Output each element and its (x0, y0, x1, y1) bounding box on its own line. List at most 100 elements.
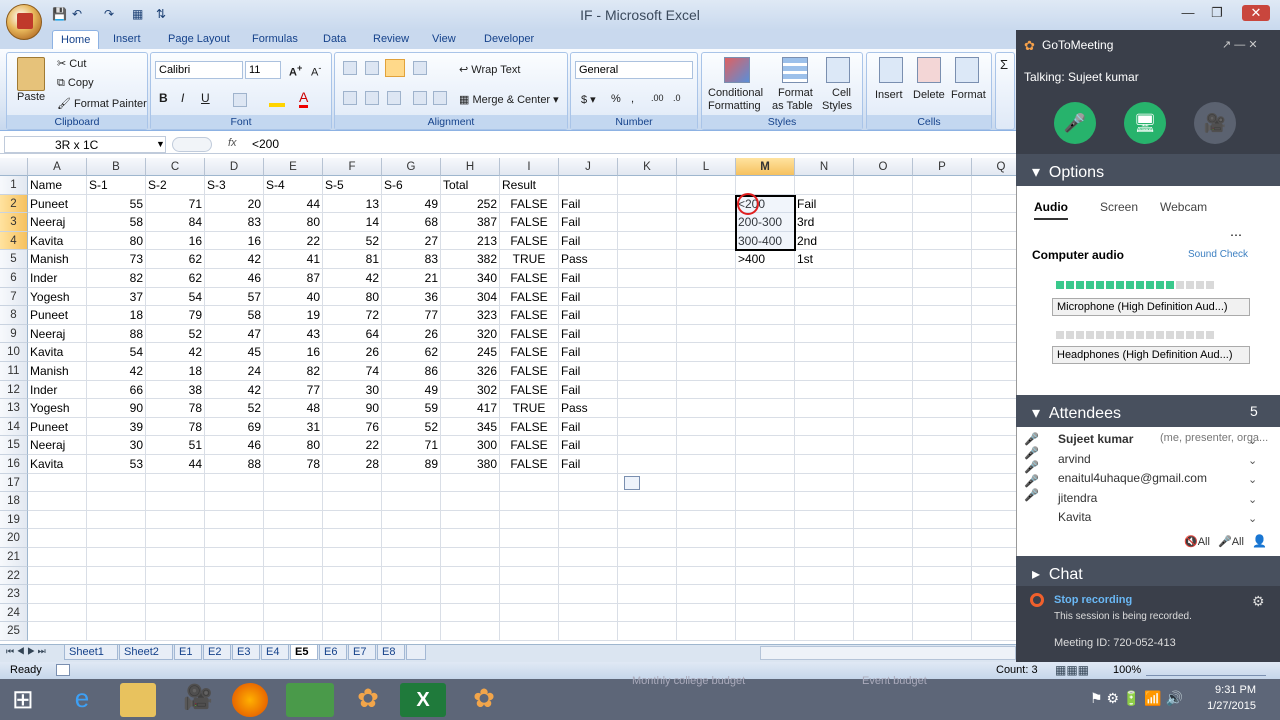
cell[interactable] (559, 566, 618, 586)
paste-button[interactable]: Paste (17, 91, 45, 103)
cell[interactable] (736, 548, 795, 567)
cell[interactable] (854, 194, 913, 214)
cell[interactable] (677, 306, 736, 325)
cell[interactable] (677, 548, 736, 567)
row-header[interactable]: 15 (0, 436, 28, 455)
align-right-icon[interactable] (387, 91, 401, 105)
cell[interactable] (854, 492, 913, 511)
cell[interactable]: 26 (382, 324, 441, 344)
cell[interactable] (28, 585, 87, 604)
cell[interactable] (382, 529, 441, 548)
cell[interactable]: TRUE (500, 250, 559, 269)
row-header[interactable]: 4 (0, 231, 28, 251)
cell[interactable] (146, 492, 205, 511)
cell-styles-button[interactable]: Cell (832, 87, 851, 99)
cell[interactable] (323, 566, 382, 586)
cell[interactable]: Fail (795, 194, 854, 214)
cell[interactable] (264, 492, 323, 511)
worksheet-grid[interactable]: A B C D E F G H I J K L M N O P Q 1 Name S-1 S-2 S-3 S-4 S-5 S-6… (0, 158, 1016, 643)
cell[interactable] (736, 455, 795, 474)
cell[interactable] (146, 473, 205, 493)
cell[interactable] (736, 622, 795, 641)
name-box-dropdown-icon[interactable]: ▼ (156, 139, 165, 149)
cell[interactable] (677, 231, 736, 251)
cell[interactable] (87, 622, 146, 641)
bold-icon[interactable]: B (159, 91, 168, 105)
cell[interactable] (618, 622, 677, 641)
cell[interactable]: Fail (559, 362, 618, 381)
cell[interactable]: Inder (28, 269, 87, 288)
cell[interactable] (972, 269, 1016, 288)
cell[interactable]: 83 (205, 213, 264, 232)
cell[interactable] (913, 380, 972, 400)
cell[interactable] (677, 399, 736, 418)
cell[interactable] (795, 176, 854, 195)
cell[interactable]: 1st (795, 250, 854, 269)
cell[interactable]: S-3 (205, 176, 264, 195)
cell[interactable]: Fail (559, 324, 618, 344)
cell[interactable] (795, 529, 854, 548)
cell[interactable]: Puneet (28, 306, 87, 325)
cell[interactable]: 30 (323, 380, 382, 400)
cell[interactable] (264, 548, 323, 567)
cell[interactable] (500, 548, 559, 567)
cell[interactable] (618, 306, 677, 325)
cell[interactable] (618, 566, 677, 586)
copy-button[interactable]: Copy (68, 77, 94, 89)
insert-sheet-icon[interactable] (406, 645, 426, 660)
invite-icon[interactable]: 👤 (1252, 534, 1267, 548)
cell[interactable]: Fail (559, 306, 618, 325)
cell[interactable] (913, 176, 972, 195)
cell[interactable]: 78 (264, 455, 323, 474)
cell[interactable] (736, 529, 795, 548)
cell[interactable]: 245 (441, 343, 500, 362)
row-header[interactable]: 10 (0, 343, 28, 362)
formula-input[interactable]: <200 (252, 137, 279, 151)
wrap-text-button[interactable]: Wrap Text (471, 64, 520, 76)
row-header[interactable]: 12 (0, 380, 28, 400)
delete-button[interactable]: Delete (913, 89, 945, 101)
cell[interactable]: Pass (559, 250, 618, 269)
cell[interactable]: Inder (28, 380, 87, 400)
delete-cells-icon[interactable] (917, 57, 941, 83)
cell[interactable]: Fail (559, 380, 618, 400)
cell[interactable]: 46 (205, 436, 264, 455)
windows-start-icon[interactable]: ⊞ (12, 684, 34, 715)
cell[interactable]: 83 (382, 250, 441, 269)
cell[interactable] (618, 362, 677, 381)
cell[interactable]: 74 (323, 362, 382, 381)
orientation-icon[interactable] (413, 61, 427, 75)
cell[interactable] (736, 566, 795, 586)
cell[interactable]: 80 (264, 213, 323, 232)
row-header[interactable]: 11 (0, 362, 28, 381)
row-header[interactable]: 24 (0, 603, 28, 623)
cell[interactable]: FALSE (500, 362, 559, 381)
cell[interactable] (795, 287, 854, 307)
cell[interactable] (854, 436, 913, 455)
cell[interactable] (736, 510, 795, 530)
cell[interactable] (87, 603, 146, 623)
sheet-tab[interactable]: Sheet1 (64, 645, 118, 660)
cell[interactable] (854, 510, 913, 530)
cell[interactable]: Manish (28, 362, 87, 381)
cell[interactable] (28, 566, 87, 586)
cell[interactable]: 387 (441, 213, 500, 232)
view-buttons-icon[interactable]: ▦▦▦ (1055, 663, 1089, 677)
cell[interactable]: 14 (323, 213, 382, 232)
cell[interactable]: FALSE (500, 417, 559, 437)
cell[interactable] (854, 343, 913, 362)
cell[interactable] (441, 585, 500, 604)
cell[interactable]: 76 (323, 417, 382, 437)
percent-icon[interactable]: % (611, 93, 621, 105)
cell[interactable]: 84 (146, 213, 205, 232)
row-header[interactable]: 19 (0, 510, 28, 530)
cell[interactable] (500, 473, 559, 493)
attendee-3[interactable]: enaitul4uhaque@gmail.com (1058, 471, 1207, 485)
paste-options-icon[interactable] (624, 475, 640, 490)
row-header[interactable]: 13 (0, 399, 28, 418)
gtm-attendees-header[interactable]: ▾ Attendees (1016, 395, 1280, 427)
stop-recording-link[interactable]: Stop recording (1054, 594, 1132, 606)
cell[interactable] (854, 473, 913, 493)
cell[interactable]: FALSE (500, 269, 559, 288)
cell[interactable]: 45 (205, 343, 264, 362)
